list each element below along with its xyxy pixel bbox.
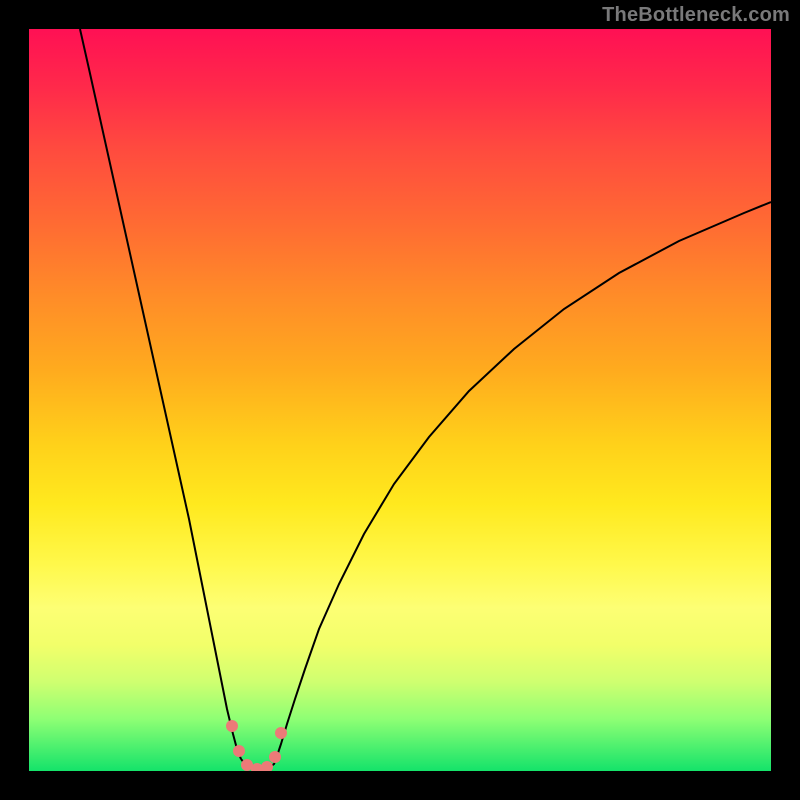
valley-dot (226, 720, 238, 732)
curve-layer (29, 29, 771, 771)
attribution-label: TheBottleneck.com (602, 4, 790, 27)
plot-area (29, 29, 771, 771)
valley-dot (233, 745, 245, 757)
chart-container: TheBottleneck.com (0, 0, 800, 800)
valley-dot (269, 751, 281, 763)
valley-dot (261, 761, 273, 771)
curve-left-branch (80, 29, 241, 759)
curve-right-branch (276, 202, 771, 759)
valley-dot (275, 727, 287, 739)
